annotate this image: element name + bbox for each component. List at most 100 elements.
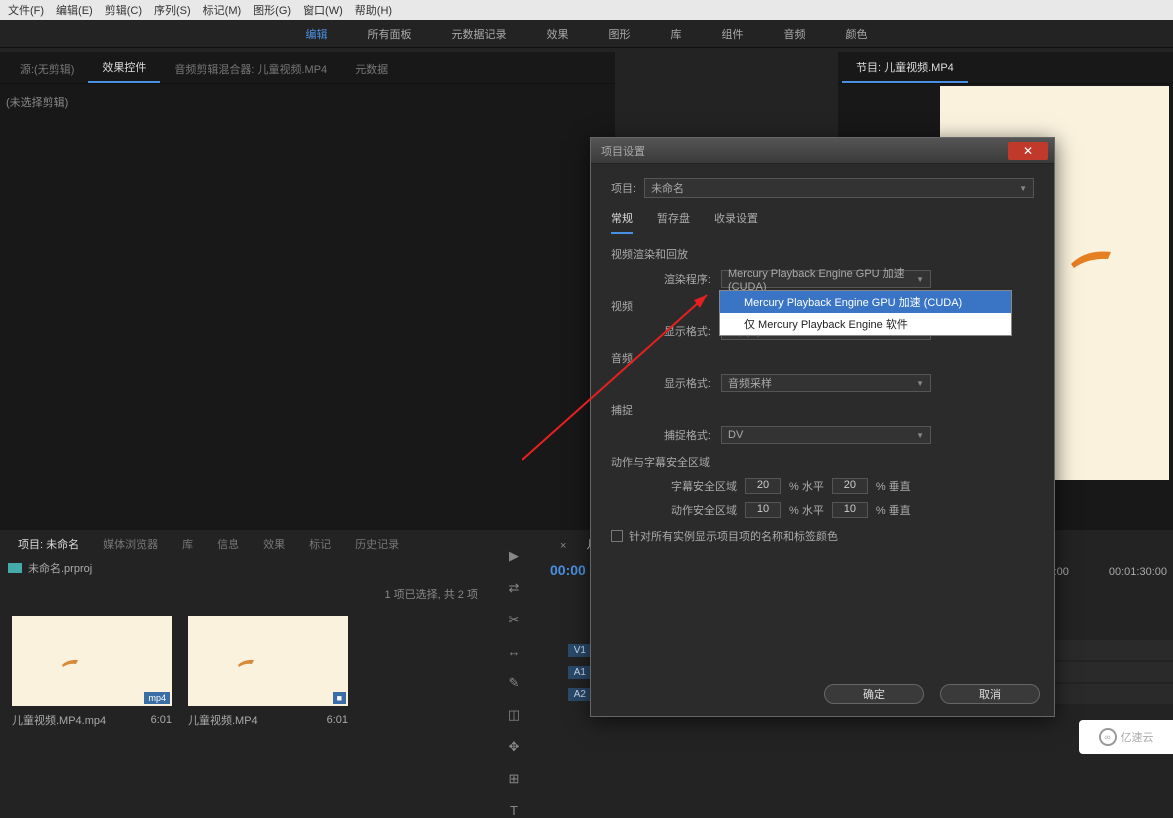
watermark-logo-icon: ∞	[1099, 728, 1117, 746]
video-format-label: 显示格式:	[651, 323, 711, 339]
tool-hand[interactable]: ✥	[509, 739, 520, 755]
clip-badge: ■	[333, 692, 346, 704]
tab-program[interactable]: 节目: 儿童视频.MP4	[842, 53, 968, 83]
clip-badge: mp4	[144, 692, 170, 704]
ok-button[interactable]: 确定	[824, 684, 924, 704]
tab-metadata[interactable]: 元数据	[341, 55, 402, 83]
workspace-toolbar: 编辑 所有面板 元数据记录 效果 图形 库 组件 音频 颜色	[0, 20, 1173, 48]
clip-duration: 6:01	[327, 714, 348, 726]
timeline-close-icon[interactable]: ×	[550, 536, 576, 556]
chevron-down-icon: ▼	[916, 275, 924, 284]
menu-clip[interactable]: 剪辑(C)	[99, 2, 148, 18]
menu-help[interactable]: 帮助(H)	[349, 2, 398, 18]
tab-scratch-disks[interactable]: 暂存盘	[657, 210, 690, 234]
clip-item[interactable]: ■ 儿童视频.MP4 6:01	[188, 616, 348, 728]
watermark: ∞ 亿速云	[1079, 720, 1173, 754]
subtitle-safe-label: 字幕安全区域	[651, 478, 737, 494]
track-label[interactable]: A1	[568, 666, 592, 679]
tab-general[interactable]: 常规	[611, 210, 633, 234]
no-clip-label: (未选择剪辑)	[0, 84, 615, 120]
menu-edit[interactable]: 编辑(E)	[50, 2, 99, 18]
tool-zoom[interactable]: ⊞	[509, 771, 520, 787]
menubar: 文件(F) 编辑(E) 剪辑(C) 序列(S) 标记(M) 图形(G) 窗口(W…	[0, 0, 1173, 20]
clip-item[interactable]: mp4 儿童视频.MP4.mp4 6:01	[12, 616, 172, 728]
renderer-option-software[interactable]: 仅 Mercury Playback Engine 软件	[720, 313, 1011, 335]
tab-source[interactable]: 源:(无剪辑)	[6, 55, 88, 83]
dialog-titlebar[interactable]: 项目设置 ✕	[591, 138, 1054, 164]
clip-name: 儿童视频.MP4	[188, 712, 258, 728]
tool-slip[interactable]: ↔	[508, 644, 521, 659]
workspace-audio[interactable]: 音频	[784, 26, 806, 42]
menu-sequence[interactable]: 序列(S)	[148, 2, 197, 18]
subtitle-v-input[interactable]: 20	[832, 478, 868, 494]
track-label[interactable]: V1	[568, 644, 592, 657]
tab-effect-controls[interactable]: 效果控件	[88, 53, 160, 83]
section-safe-areas: 动作与字幕安全区域	[611, 454, 1034, 470]
project-label: 项目:	[611, 180, 636, 196]
project-selection-info: 1 项已选择, 共 2 项	[0, 580, 490, 608]
project-tabs: 项目: 未命名 媒体浏览器 库 信息 效果 标记 历史记录	[0, 530, 490, 556]
clip-thumbnail: mp4	[12, 616, 172, 706]
tool-selection[interactable]: ▶	[509, 548, 519, 564]
tab-audio-mixer[interactable]: 音频剪辑混合器: 儿童视频.MP4	[160, 55, 341, 83]
show-names-label: 针对所有实例显示项目项的名称和标签颜色	[629, 528, 838, 544]
action-safe-label: 动作安全区域	[651, 502, 737, 518]
source-tabs: 源:(无剪辑) 效果控件 音频剪辑混合器: 儿童视频.MP4 元数据	[0, 52, 615, 84]
tab-history[interactable]: 历史记录	[343, 532, 411, 556]
workspace-all[interactable]: 所有面板	[368, 26, 412, 42]
dialog-tabs: 常规 暂存盘 收录设置	[611, 210, 1034, 234]
workspace-libraries[interactable]: 库	[671, 26, 682, 42]
tool-razor[interactable]: ✂	[509, 612, 520, 628]
tool-rectangle[interactable]: ◫	[508, 707, 520, 723]
tool-pen[interactable]: ✎	[509, 675, 520, 691]
audio-format-select[interactable]: 音频采样▼	[721, 374, 931, 392]
chevron-down-icon: ▼	[916, 431, 924, 440]
workspace-edit[interactable]: 编辑	[306, 26, 328, 42]
workspace-metadata[interactable]: 元数据记录	[452, 26, 507, 42]
chevron-down-icon: ▼	[916, 379, 924, 388]
subtitle-h-input[interactable]: 20	[745, 478, 781, 494]
tab-markers[interactable]: 标记	[297, 532, 343, 556]
clip-name: 儿童视频.MP4.mp4	[12, 712, 106, 728]
renderer-select[interactable]: Mercury Playback Engine GPU 加速 (CUDA)▼	[721, 270, 931, 288]
clip-duration: 6:01	[151, 714, 172, 726]
clip-thumbnail: ■	[188, 616, 348, 706]
renderer-dropdown: Mercury Playback Engine GPU 加速 (CUDA) 仅 …	[719, 290, 1012, 336]
tool-type[interactable]: T	[510, 803, 518, 818]
dialog-close-button[interactable]: ✕	[1008, 142, 1048, 160]
tab-project[interactable]: 项目: 未命名	[6, 532, 91, 556]
chevron-down-icon: ▼	[1019, 184, 1027, 193]
tools-panel: ▶ ⇄ ✂ ↔ ✎ ◫ ✥ ⊞ T	[494, 530, 534, 760]
action-v-input[interactable]: 10	[832, 502, 868, 518]
menu-mark[interactable]: 标记(M)	[197, 2, 248, 18]
section-audio: 音频	[611, 350, 1034, 366]
section-render: 视频渲染和回放	[611, 246, 1034, 262]
workspace-color[interactable]: 颜色	[846, 26, 868, 42]
show-names-checkbox[interactable]	[611, 530, 623, 542]
tab-effects-panel[interactable]: 效果	[251, 532, 297, 556]
menu-window[interactable]: 窗口(W)	[297, 2, 349, 18]
project-filename: 未命名.prproj	[28, 560, 92, 576]
menu-file[interactable]: 文件(F)	[2, 2, 50, 18]
project-select[interactable]: 未命名▼	[644, 178, 1034, 198]
action-h-input[interactable]: 10	[745, 502, 781, 518]
project-settings-dialog: 项目设置 ✕ 项目: 未命名▼ 常规 暂存盘 收录设置 视频渲染和回放 渲染程序…	[590, 137, 1055, 717]
tool-track-select[interactable]: ⇄	[509, 580, 520, 596]
dialog-title: 项目设置	[601, 143, 645, 159]
project-icon	[8, 563, 22, 573]
section-capture: 捕捉	[611, 402, 1034, 418]
workspace-graphics[interactable]: 图形	[609, 26, 631, 42]
track-label[interactable]: A2	[568, 688, 592, 701]
tab-info[interactable]: 信息	[205, 532, 251, 556]
capture-format-select[interactable]: DV▼	[721, 426, 931, 444]
menu-graphic[interactable]: 图形(G)	[247, 2, 297, 18]
cancel-button[interactable]: 取消	[940, 684, 1040, 704]
renderer-option-gpu[interactable]: Mercury Playback Engine GPU 加速 (CUDA)	[720, 291, 1011, 313]
workspace-assembly[interactable]: 组件	[722, 26, 744, 42]
tab-media-browser[interactable]: 媒体浏览器	[91, 532, 170, 556]
tab-ingest[interactable]: 收录设置	[714, 210, 758, 234]
tab-libraries[interactable]: 库	[170, 532, 205, 556]
workspace-effects[interactable]: 效果	[547, 26, 569, 42]
renderer-label: 渲染程序:	[651, 271, 711, 287]
source-panel: 源:(无剪辑) 效果控件 音频剪辑混合器: 儿童视频.MP4 元数据 (未选择剪…	[0, 52, 615, 530]
